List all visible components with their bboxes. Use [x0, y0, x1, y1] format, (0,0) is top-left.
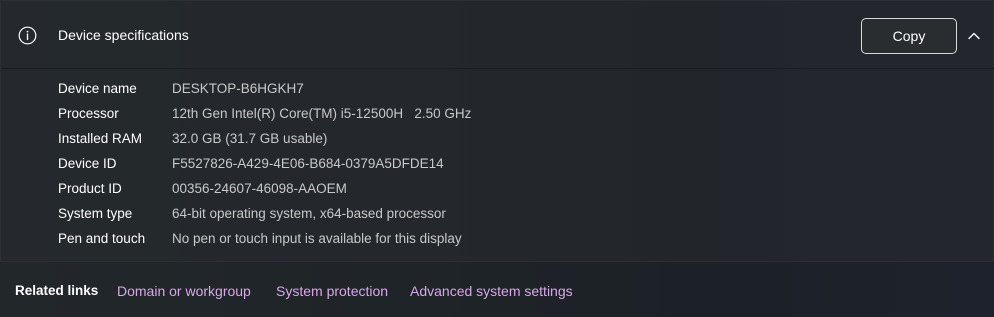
spec-label: System type — [58, 206, 133, 221]
section-header[interactable]: Device specifications Copy — [1, 1, 994, 69]
spec-row-pen-and-touch: Pen and touch No pen or touch input is a… — [1, 229, 994, 249]
spec-label: Device name — [58, 81, 137, 96]
spec-value: 32.0 GB (31.7 GB usable) — [172, 131, 328, 146]
info-icon — [18, 26, 37, 45]
spec-row-product-id: Product ID 00356-24607-46098-AAOEM — [1, 179, 994, 199]
spec-row-device-name: Device name DESKTOP-B6HGKH7 — [1, 79, 994, 99]
spec-value: 12th Gen Intel(R) Core(TM) i5-12500H 2.5… — [172, 106, 472, 121]
spec-row-processor: Processor 12th Gen Intel(R) Core(TM) i5-… — [1, 104, 994, 124]
chevron-up-icon[interactable] — [966, 28, 982, 44]
section-title: Device specifications — [58, 27, 189, 43]
spec-label: Product ID — [58, 181, 122, 196]
spec-label: Device ID — [58, 156, 117, 171]
spec-value: DESKTOP-B6HGKH7 — [172, 81, 304, 96]
advanced-system-settings-link[interactable]: Advanced system settings — [410, 281, 573, 301]
spec-value: F5527826-A429-4E06-B684-0379A5DFDE14 — [172, 156, 444, 171]
device-specifications-card: Device specifications Copy Device name D… — [0, 0, 994, 262]
spec-label: Installed RAM — [58, 131, 143, 146]
system-protection-link[interactable]: System protection — [276, 281, 388, 301]
spec-label: Pen and touch — [58, 231, 146, 246]
spec-row-system-type: System type 64-bit operating system, x64… — [1, 204, 994, 224]
spec-value: 00356-24607-46098-AAOEM — [172, 181, 347, 196]
related-links-title: Related links — [15, 283, 99, 298]
spec-label: Processor — [58, 106, 119, 121]
spec-row-device-id: Device ID F5527826-A429-4E06-B684-0379A5… — [1, 154, 994, 174]
spec-row-installed-ram: Installed RAM 32.0 GB (31.7 GB usable) — [1, 129, 994, 149]
spec-value: No pen or touch input is available for t… — [172, 231, 462, 246]
related-links-bar: Related links Domain or workgroup System… — [0, 263, 994, 317]
device-specifications-panel: Device specifications Copy Device name D… — [0, 0, 994, 317]
domain-or-workgroup-link[interactable]: Domain or workgroup — [117, 281, 251, 301]
copy-button[interactable]: Copy — [861, 18, 957, 54]
spec-value: 64-bit operating system, x64-based proce… — [172, 206, 446, 221]
